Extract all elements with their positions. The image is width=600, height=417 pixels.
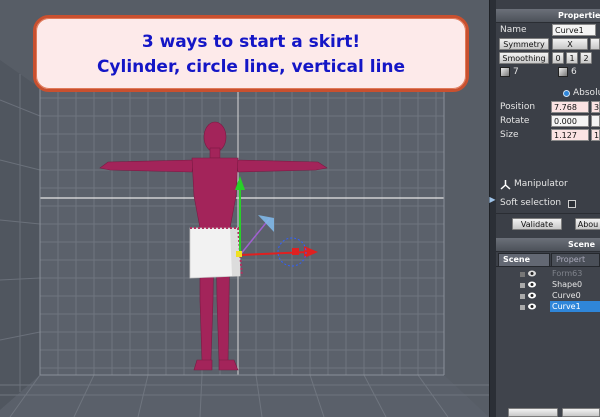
absolute-radio[interactable] bbox=[563, 90, 570, 97]
soft-selection-label: Soft selection bbox=[500, 198, 562, 208]
position-y-field[interactable]: 3 bbox=[591, 101, 600, 113]
manipulator-icon bbox=[500, 180, 511, 190]
tree-item-label: Form63 bbox=[552, 269, 583, 278]
lock-eye-icon[interactable] bbox=[518, 269, 540, 278]
tab-scene-tree[interactable]: Scene tree bbox=[498, 253, 550, 276]
size-label: Size bbox=[500, 130, 519, 140]
name-label: Name bbox=[500, 25, 527, 35]
rotate-label: Rotate bbox=[500, 116, 530, 126]
size-y-field[interactable]: 1 bbox=[591, 129, 600, 141]
manipulator-gizmo bbox=[235, 176, 318, 267]
validate-button[interactable]: Validate bbox=[512, 218, 562, 230]
tree-item-selected[interactable]: Curve1 bbox=[496, 301, 600, 312]
tree-item[interactable]: Shape0 bbox=[496, 279, 600, 290]
side-panel: Properties Name Curve1 Symmetry X Smooth… bbox=[496, 0, 600, 417]
scene-title: Scene bbox=[496, 238, 600, 252]
smoothing-button[interactable]: Smoothing bbox=[499, 52, 549, 64]
properties-title: Properties bbox=[496, 9, 600, 23]
tree-item-label: Curve0 bbox=[552, 291, 581, 300]
lock-eye-icon[interactable] bbox=[518, 291, 540, 300]
cube-icon bbox=[500, 67, 510, 77]
symmetry-button[interactable]: Symmetry bbox=[499, 38, 549, 50]
tree-item-label: Curve1 bbox=[550, 301, 600, 312]
rotate-y-field[interactable] bbox=[591, 115, 600, 127]
tree-item[interactable]: Curve0 bbox=[496, 290, 600, 301]
smoothing-2-button[interactable]: 2 bbox=[580, 52, 592, 64]
manipulator-label: Manipulator bbox=[514, 179, 568, 189]
lock-eye-icon[interactable] bbox=[518, 280, 540, 289]
position-x-field[interactable]: 7.768 bbox=[551, 101, 589, 113]
scene-tabs: Scene tree Propert bbox=[496, 253, 600, 276]
smoothing-1-button[interactable]: 1 bbox=[566, 52, 578, 64]
tab-properties[interactable]: Propert bbox=[551, 253, 600, 266]
position-label: Position bbox=[500, 102, 536, 112]
rotate-x-field[interactable]: 0.000 bbox=[551, 115, 589, 127]
count-b: 6 bbox=[571, 67, 577, 77]
tree-item[interactable]: Form63 bbox=[496, 268, 600, 279]
app-window: 3 ways to start a skirt! Cylinder, circl… bbox=[0, 0, 600, 417]
symmetry-x-button[interactable]: X bbox=[552, 38, 588, 50]
bottom-button[interactable] bbox=[562, 408, 600, 417]
size-x-field[interactable]: 1.127 bbox=[551, 129, 589, 141]
name-field[interactable]: Curve1 bbox=[552, 24, 596, 36]
bottom-button[interactable] bbox=[508, 408, 558, 417]
divider bbox=[496, 213, 600, 214]
tree-item-label: Shape0 bbox=[552, 280, 583, 289]
viewport-splitter[interactable] bbox=[489, 0, 496, 417]
expand-arrow-icon[interactable]: ▶ bbox=[489, 193, 496, 207]
instruction-banner: 3 ways to start a skirt! Cylinder, circl… bbox=[33, 15, 469, 92]
cube-icon bbox=[558, 67, 568, 77]
count-a: 7 bbox=[513, 67, 519, 77]
banner-line-1: 3 ways to start a skirt! bbox=[141, 32, 361, 52]
about-button[interactable]: Abou bbox=[575, 218, 600, 230]
banner-line-2: Cylinder, circle line, vertical line bbox=[96, 57, 406, 77]
smoothing-0-button[interactable]: 0 bbox=[552, 52, 564, 64]
absolute-label: Absolu bbox=[573, 88, 600, 98]
lock-eye-icon[interactable] bbox=[518, 302, 540, 311]
3d-viewport[interactable]: 3 ways to start a skirt! Cylinder, circl… bbox=[0, 0, 489, 417]
soft-selection-checkbox[interactable] bbox=[568, 200, 576, 208]
symmetry-y-button[interactable] bbox=[590, 38, 600, 50]
